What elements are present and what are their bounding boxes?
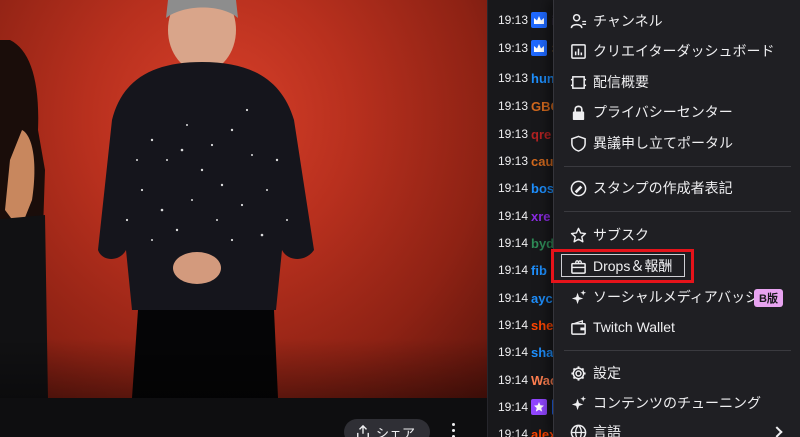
menu-item-label: スタンプの作成者表記 bbox=[593, 180, 733, 196]
menu-item-label: プライバシーセンター bbox=[593, 104, 733, 120]
menu-item-appeals-portal[interactable]: 異議申し立てポータル bbox=[554, 129, 800, 157]
chat-username[interactable]: she bbox=[531, 318, 553, 333]
chat-username[interactable]: xre bbox=[531, 209, 551, 224]
menu-item-privacy-center[interactable]: プライバシーセンター bbox=[554, 98, 800, 126]
user-icon bbox=[569, 12, 587, 30]
chat-message: 19:14 byd bbox=[498, 233, 554, 253]
shield-icon bbox=[569, 134, 587, 152]
menu-item-content-tuning[interactable]: コンテンツのチューニング bbox=[554, 389, 800, 417]
chat-message: 19:13 qre bbox=[498, 124, 551, 144]
chat-timestamp: 19:14 bbox=[498, 373, 529, 387]
star-icon bbox=[569, 226, 587, 244]
crown-badge-icon[interactable] bbox=[531, 40, 547, 56]
chat-message: 19:13i bbox=[498, 10, 556, 30]
chat-timestamp: 19:13 bbox=[498, 13, 529, 27]
chat-message: 19:13S bbox=[498, 38, 561, 58]
sparkle-icon bbox=[569, 394, 587, 412]
chat-timestamp: 19:14 bbox=[498, 236, 529, 250]
chat-timestamp: 19:13 bbox=[498, 99, 529, 113]
chat-message: 19:13 cau bbox=[498, 151, 553, 171]
chat-username[interactable]: sha bbox=[531, 345, 553, 360]
chevron-right-icon bbox=[771, 426, 783, 437]
menu-divider bbox=[564, 166, 791, 167]
chat-username[interactable]: ayc bbox=[531, 291, 553, 306]
chat-timestamp: 19:14 bbox=[498, 209, 529, 223]
stream-summary-icon bbox=[569, 73, 587, 91]
menu-item-label: クリエイターダッシュボード bbox=[593, 43, 775, 59]
chat-username[interactable]: fib bbox=[531, 263, 547, 278]
menu-item-emote-credits[interactable]: スタンプの作成者表記 bbox=[554, 174, 800, 202]
chat-message: 19:13 GBC bbox=[498, 96, 560, 116]
share-button[interactable]: シェア bbox=[344, 419, 430, 437]
menu-item-social-media-badge[interactable]: ソーシャルメディアバッジ B版 bbox=[554, 283, 800, 311]
chat-timestamp: 19:14 bbox=[498, 291, 529, 305]
share-icon bbox=[357, 425, 369, 437]
chat-timestamp: 19:14 bbox=[498, 263, 529, 277]
globe-icon bbox=[569, 423, 587, 437]
menu-item-twitch-wallet[interactable]: Twitch Wallet bbox=[554, 313, 800, 341]
chat-username[interactable]: hun bbox=[531, 71, 555, 86]
chat-timestamp: 19:13 bbox=[498, 127, 529, 141]
gear-icon bbox=[569, 364, 587, 382]
chat-timestamp: 19:14 bbox=[498, 318, 529, 332]
chat-message: 19:14 she bbox=[498, 315, 553, 335]
chat-message: 19:14 xre bbox=[498, 206, 551, 226]
menu-item-language[interactable]: 言語 bbox=[554, 418, 800, 437]
menu-divider bbox=[564, 350, 791, 351]
menu-item-label: サブスク bbox=[593, 227, 649, 243]
chat-message: 19:14 bos bbox=[498, 178, 554, 198]
menu-item-label: ソーシャルメディアバッジ bbox=[593, 289, 760, 305]
chat-message: 19:14 sha bbox=[498, 342, 553, 362]
wallet-icon bbox=[569, 318, 587, 336]
menu-item-label: コンテンツのチューニング bbox=[593, 395, 761, 411]
chat-message: 19:14 Wac bbox=[498, 370, 557, 390]
menu-item-channel[interactable]: チャンネル bbox=[554, 7, 800, 35]
chat-timestamp: 19:14 bbox=[498, 345, 529, 359]
menu-item-label: 言語 bbox=[593, 424, 621, 437]
menu-divider bbox=[564, 211, 791, 212]
menu-item-stream-summary[interactable]: 配信概要 bbox=[554, 68, 800, 96]
user-dropdown-menu: チャンネル クリエイターダッシュボード 配信概要 プライバシーセンター 異議申し… bbox=[553, 0, 800, 437]
star-badge-icon[interactable] bbox=[531, 399, 547, 415]
menu-item-label: 設定 bbox=[593, 365, 621, 381]
menu-item-label: Twitch Wallet bbox=[593, 319, 675, 335]
chat-message: 19:13 hun bbox=[498, 68, 555, 88]
menu-item-creator-dashboard[interactable]: クリエイターダッシュボード bbox=[554, 37, 800, 65]
chat-message: 19:14 alex bbox=[498, 424, 556, 437]
chat-timestamp: 19:14 bbox=[498, 181, 529, 195]
chat-username[interactable]: bos bbox=[531, 181, 554, 196]
share-label: シェア bbox=[376, 425, 416, 437]
chat-timestamp: 19:13 bbox=[498, 71, 529, 85]
menu-item-label: 配信概要 bbox=[593, 74, 649, 90]
dot bbox=[451, 422, 455, 426]
chat-username[interactable]: qre bbox=[531, 127, 551, 142]
chat-message: 19:14 fib bbox=[498, 260, 547, 280]
beta-badge: B版 bbox=[754, 289, 783, 307]
chat-timestamp: 19:13 bbox=[498, 154, 529, 168]
chat-timestamp: 19:14 bbox=[498, 400, 529, 414]
dashboard-icon bbox=[569, 42, 587, 60]
menu-item-label: 異議申し立てポータル bbox=[593, 135, 733, 151]
lock-icon bbox=[569, 103, 587, 121]
chat-timestamp: 19:14 bbox=[498, 427, 529, 437]
focus-outline bbox=[561, 254, 685, 277]
menu-item-label: チャンネル bbox=[593, 13, 663, 29]
video-player[interactable] bbox=[0, 0, 487, 398]
menu-item-settings[interactable]: 設定 bbox=[554, 359, 800, 387]
crown-badge-icon[interactable] bbox=[531, 12, 547, 28]
chat-timestamp: 19:13 bbox=[498, 41, 529, 55]
menu-item-subscriptions[interactable]: サブスク bbox=[554, 221, 800, 249]
sparkle-icon bbox=[569, 288, 587, 306]
stage-floor bbox=[0, 338, 487, 398]
chat-message: 19:14 ayc bbox=[498, 288, 553, 308]
dot bbox=[451, 428, 455, 432]
more-options-button[interactable] bbox=[444, 419, 462, 437]
emote-credit-icon bbox=[569, 179, 587, 197]
chat-username[interactable]: cau bbox=[531, 154, 553, 169]
